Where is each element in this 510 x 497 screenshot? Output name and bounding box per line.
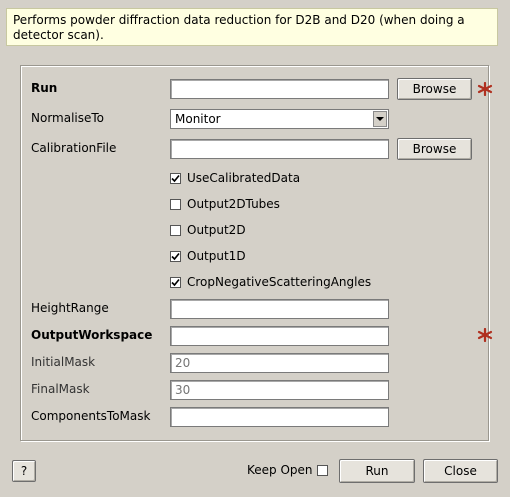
label-calibration-file: CalibrationFile bbox=[31, 141, 117, 155]
checkbox[interactable] bbox=[170, 198, 181, 210]
required-asterisk-icon bbox=[477, 328, 493, 342]
check-icon bbox=[171, 278, 180, 286]
checkbox[interactable] bbox=[170, 276, 181, 288]
checkbox-label: Output2DTubes bbox=[187, 197, 280, 211]
checkbox-row[interactable]: CropNegativeScatteringAngles bbox=[170, 274, 371, 290]
label-components-to-mask: ComponentsToMask bbox=[31, 409, 151, 423]
algorithm-description: Performs powder diffraction data reducti… bbox=[6, 8, 498, 46]
normalise-to-select[interactable]: Monitor bbox=[170, 109, 389, 129]
label-output-workspace: OutputWorkspace bbox=[31, 328, 153, 342]
checkbox-label: UseCalibratedData bbox=[187, 171, 301, 185]
run-browse-button[interactable]: Browse bbox=[397, 78, 472, 100]
required-asterisk-icon bbox=[477, 82, 493, 96]
keep-open-checkbox[interactable] bbox=[316, 464, 328, 476]
run-button[interactable]: Run bbox=[339, 459, 415, 483]
checkbox-row[interactable]: Output2DTubes bbox=[170, 196, 280, 212]
checkbox-row[interactable]: Output2D bbox=[170, 222, 246, 238]
checkbox-label: Output2D bbox=[187, 223, 246, 237]
label-run: Run bbox=[31, 81, 58, 95]
initial-mask-input[interactable] bbox=[170, 353, 389, 373]
label-initial-mask: InitialMask bbox=[31, 355, 96, 369]
normalise-to-value: Monitor bbox=[175, 112, 221, 126]
checkbox-row[interactable]: Output1D bbox=[170, 248, 246, 264]
checkbox-label: Output1D bbox=[187, 249, 246, 263]
checkbox-row[interactable]: UseCalibratedData bbox=[170, 170, 300, 186]
help-button[interactable]: ? bbox=[12, 460, 36, 482]
dropdown-arrow[interactable] bbox=[373, 111, 387, 127]
label-final-mask: FinalMask bbox=[31, 382, 90, 396]
label-normalise-to: NormaliseTo bbox=[31, 111, 105, 125]
chevron-down-icon bbox=[376, 117, 384, 121]
keep-open-label: Keep Open bbox=[247, 463, 313, 477]
check-icon bbox=[171, 252, 180, 260]
label-height-range: HeightRange bbox=[31, 301, 109, 315]
run-input[interactable] bbox=[170, 79, 389, 99]
keep-open-toggle[interactable]: Keep Open bbox=[247, 462, 328, 478]
close-button[interactable]: Close bbox=[423, 459, 498, 483]
calibration-file-input[interactable] bbox=[170, 139, 389, 159]
checkbox[interactable] bbox=[170, 224, 181, 236]
checkbox[interactable] bbox=[170, 172, 181, 184]
checkbox-label: CropNegativeScatteringAngles bbox=[187, 275, 372, 289]
components-to-mask-input[interactable] bbox=[170, 407, 389, 427]
final-mask-input[interactable] bbox=[170, 380, 389, 400]
height-range-input[interactable] bbox=[170, 299, 389, 319]
output-workspace-input[interactable] bbox=[170, 326, 389, 346]
calibration-browse-button[interactable]: Browse bbox=[397, 138, 472, 160]
checkbox[interactable] bbox=[170, 250, 181, 262]
check-icon bbox=[171, 174, 180, 182]
